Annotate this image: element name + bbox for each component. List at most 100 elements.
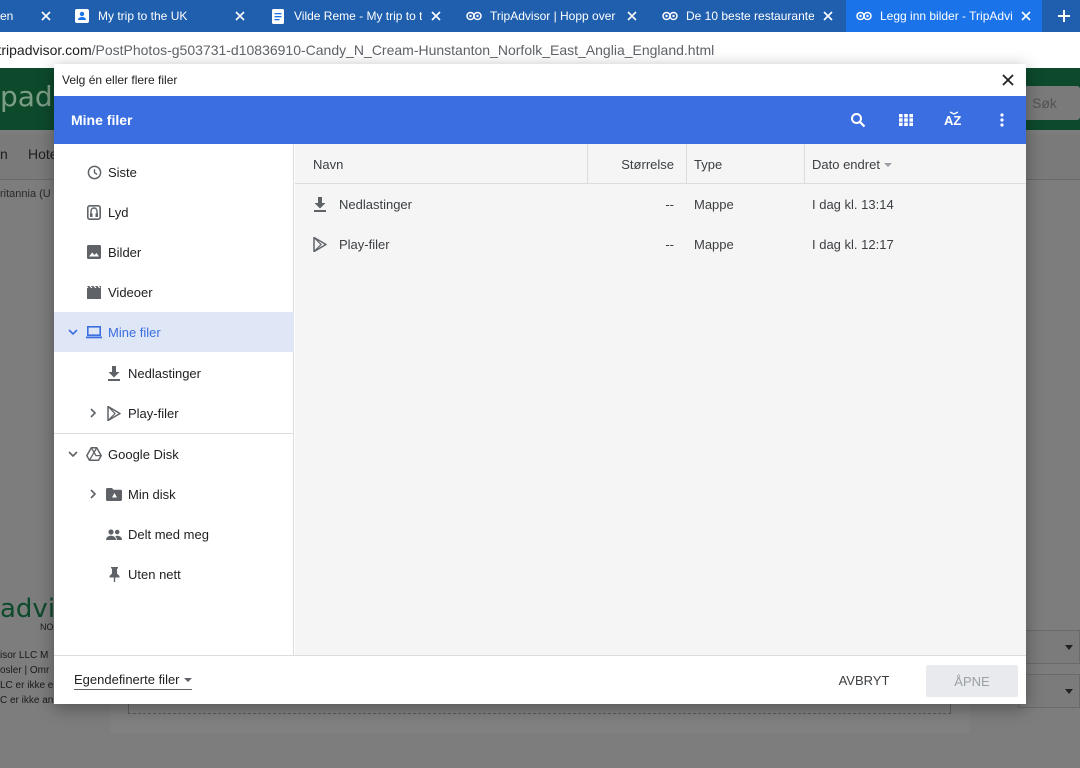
sidebar-item-uten-nett[interactable]: Uten nett: [54, 554, 294, 594]
chevron-down-icon: [183, 677, 192, 682]
address-bar[interactable]: no.tripadvisor.com/PostPhotos-g503731-d1…: [0, 32, 1080, 68]
sidebar-item-bilder[interactable]: Bilder: [54, 232, 294, 272]
sidebar-item-label: Siste: [108, 164, 137, 180]
file-name: Play-filer: [339, 236, 390, 252]
column-header-date[interactable]: Dato endret: [812, 144, 892, 184]
download-icon: [106, 365, 122, 381]
tab-title: De 10 beste restauranter: [686, 9, 814, 23]
file-type: Mappe: [694, 236, 734, 252]
list-item[interactable]: Nedlastinger -- Mappe I dag kl. 13:14: [295, 184, 1026, 224]
chevron-right-icon[interactable]: [87, 407, 99, 419]
column-header-type[interactable]: Type: [694, 144, 722, 184]
clock-icon: [86, 164, 102, 180]
svg-text:AZ: AZ: [944, 113, 961, 128]
sidebar-item-label: Mine filer: [108, 324, 161, 340]
tab-strip: en My trip to the UK Vilde Reme - My tri…: [0, 0, 1080, 32]
cancel-button[interactable]: AVBRYT: [826, 664, 902, 696]
file-list: Navn Størrelse Type Dato endret Nedlasti…: [295, 144, 1026, 655]
bg-footer-text: isor LLC M osler | Omr LC er ikke e C er…: [0, 648, 53, 708]
tab-2[interactable]: My trip to the UK: [66, 0, 256, 32]
column-divider[interactable]: [686, 144, 687, 184]
sidebar-item-siste[interactable]: Siste: [54, 152, 294, 192]
close-tab-icon[interactable]: [1018, 8, 1034, 24]
file-type: Mappe: [694, 196, 734, 212]
more-vert-icon[interactable]: [986, 104, 1018, 136]
sidebar-item-label: Google Disk: [108, 446, 179, 462]
dialog-title: Velg én eller flere filer: [62, 73, 178, 87]
bg-breadcrumb: ritannia (U: [0, 188, 51, 200]
url-host: no.tripadvisor.com: [0, 42, 92, 58]
new-tab-plus-icon[interactable]: [1052, 4, 1076, 28]
tab-3[interactable]: Vilde Reme - My trip to the UK: [262, 0, 452, 32]
blue-square-icon: [74, 8, 90, 24]
dialog-titlebar: Velg én eller flere filer: [54, 64, 1026, 96]
sidebar-item-mine-filer[interactable]: Mine filer: [54, 312, 294, 352]
search-icon[interactable]: [842, 104, 874, 136]
sort-az-icon[interactable]: AZ: [938, 104, 970, 136]
column-header-size[interactable]: Størrelse: [588, 144, 674, 184]
drive-icon: [86, 446, 102, 462]
bg-footer-line: osler | Omr: [0, 665, 50, 676]
close-tab-icon[interactable]: [232, 8, 248, 24]
chevron-right-icon[interactable]: [87, 488, 99, 500]
bg-dropzone: [128, 704, 951, 714]
people-icon: [106, 526, 122, 542]
sidebar-item-label: Uten nett: [128, 566, 181, 582]
url-path: /PostPhotos-g503731-d10836910-Candy_N_Cr…: [91, 42, 715, 58]
video-icon: [86, 284, 102, 300]
column-header-name[interactable]: Navn: [313, 144, 343, 184]
tripadvisor-icon: [856, 8, 872, 24]
play-icon: [312, 236, 328, 252]
laptop-icon: [86, 324, 102, 340]
sidebar-item-min-disk[interactable]: Min disk: [54, 474, 294, 514]
tab-title: Legg inn bilder - TripAdvisor: [880, 9, 1012, 23]
grid-view-icon[interactable]: [890, 104, 922, 136]
current-location: Mine filer: [71, 112, 133, 128]
sidebar-item-label: Play-filer: [128, 405, 179, 421]
file-date: I dag kl. 12:17: [812, 236, 894, 252]
chevron-down-icon[interactable]: [67, 326, 79, 338]
sidebar-item-google-disk[interactable]: Google Disk: [54, 434, 294, 474]
bg-footer-line: LC er ikke e: [0, 680, 54, 691]
sidebar-item-label: Bilder: [108, 244, 142, 260]
close-tab-icon[interactable]: [428, 8, 444, 24]
pin-icon: [106, 566, 122, 582]
file-type-filter-label: Egendefinerte filer: [74, 672, 180, 687]
sort-descending-icon: [883, 163, 892, 167]
close-tab-icon[interactable]: [820, 8, 836, 24]
sidebar-item-play-filer[interactable]: Play-filer: [54, 393, 294, 433]
close-tab-icon[interactable]: [624, 8, 640, 24]
tab-4[interactable]: TripAdvisor | Hopp over innhold: [458, 0, 648, 32]
file-list-header: Navn Størrelse Type Dato endret: [295, 144, 1026, 184]
open-button[interactable]: ÅPNE: [926, 665, 1018, 697]
sidebar-item-lyd[interactable]: Lyd: [54, 192, 294, 232]
file-name: Nedlastinger: [339, 196, 412, 212]
sidebar-item-nedlastinger[interactable]: Nedlastinger: [54, 353, 294, 393]
close-tab-icon[interactable]: [38, 8, 54, 24]
close-icon[interactable]: [1000, 72, 1016, 88]
sidebar-item-label: Delt med meg: [128, 526, 209, 542]
column-divider[interactable]: [804, 144, 805, 184]
list-item[interactable]: Play-filer -- Mappe I dag kl. 12:17: [295, 224, 1026, 264]
tab-title: Vilde Reme - My trip to the UK: [294, 9, 422, 23]
tripadvisor-icon: [662, 8, 678, 24]
column-header-date-label: Dato endret: [812, 156, 880, 172]
sidebar-item-videoer[interactable]: Videoer: [54, 272, 294, 312]
file-size: --: [665, 196, 674, 212]
sidebar-item-label: Videoer: [108, 284, 153, 300]
file-type-filter-select[interactable]: Egendefinerte filer: [74, 672, 192, 690]
tab-1[interactable]: en: [0, 0, 60, 32]
file-date: I dag kl. 13:14: [812, 196, 894, 212]
tab-title: TripAdvisor | Hopp over innhold: [490, 9, 618, 23]
tab-6-active[interactable]: Legg inn bilder - TripAdvisor: [846, 0, 1042, 32]
folder-icon: [106, 486, 122, 502]
chevron-down-icon[interactable]: [67, 448, 79, 460]
image-icon: [86, 244, 102, 260]
sidebar-item-delt-med-meg[interactable]: Delt med meg: [54, 514, 294, 554]
file-picker-dialog: Velg én eller flere filer Mine filer AZ …: [54, 64, 1026, 704]
sidebar-item-label: Min disk: [128, 486, 176, 502]
play-icon: [106, 405, 122, 421]
sidebar-item-label: Nedlastinger: [128, 365, 201, 381]
bg-search-box: Søk: [1024, 86, 1080, 120]
tab-5[interactable]: De 10 beste restauranter: [654, 0, 844, 32]
